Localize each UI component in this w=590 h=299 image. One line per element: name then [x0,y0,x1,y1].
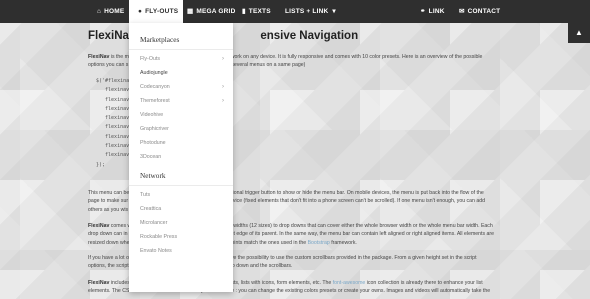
nav-contact[interactable]: ✉ CONTACT [459,0,500,23]
scroll-top-button[interactable]: ▲ [568,23,590,43]
top-navbar: ⌂ HOME ● FLY-OUTS ▦ MEGA GRID ▮ TEXTS LISTS … [0,0,590,23]
grid-icon: ▦ [187,8,194,15]
chevron-down-icon: ▾ [332,8,336,15]
home-icon: ⌂ [97,8,102,15]
nav-link[interactable]: ⚭ LINK [420,0,445,23]
link-icon: ⚭ [420,8,426,15]
dropdown-heading-network: Network [140,171,166,180]
nav-fly-outs[interactable]: ● FLY-OUTS [129,0,183,23]
dropdown-item-creattica[interactable]: Creattica [140,205,224,213]
chevron-right-icon: › [222,84,224,90]
dropdown-item-photodune[interactable]: Photodune [140,139,224,147]
nav-mega-grid[interactable]: ▦ MEGA GRID [187,0,235,23]
text-icon: ▮ [242,8,246,15]
mail-icon: ✉ [459,8,465,15]
nav-texts[interactable]: ▮ TEXTS [242,0,271,23]
dropdown-divider [129,49,233,50]
dropdown-item-tuts[interactable]: Tuts [140,191,224,199]
dropdown-item-codecanyon[interactable]: Codecanyon › [140,83,224,91]
dropdown-item-3docean[interactable]: 3Docean [140,153,224,161]
bootstrap-link[interactable]: Bootstrap [308,240,330,246]
dropdown-heading-marketplaces: Marketplaces [140,35,180,44]
dropdown-divider [129,185,233,186]
fly-outs-dropdown: Marketplaces Fly-Outs › Audiojungle Code… [129,23,233,292]
code-block: $('#flexinav flexinav flexinav flexinav … [96,78,133,168]
circle-icon: ● [138,8,143,15]
chevron-right-icon: › [222,98,224,104]
dropdown-item-envato-notes[interactable]: Envato Notes [140,247,224,255]
chevron-right-icon: › [222,56,224,62]
dropdown-item-fly-outs[interactable]: Fly-Outs › [140,55,224,63]
dropdown-item-audiojungle[interactable]: Audiojungle [140,69,224,77]
dropdown-item-graphicriver[interactable]: Graphicriver [140,125,224,133]
dropdown-item-videohive[interactable]: Videohive [140,111,224,119]
dropdown-item-themeforest[interactable]: Themeforest › [140,97,224,105]
font-awesome-link[interactable]: font-awesome [333,280,366,286]
nav-lists-link[interactable]: LISTS + LINK ▾ [285,0,339,23]
nav-home[interactable]: ⌂ HOME [97,0,124,23]
arrow-up-icon: ▲ [575,28,583,37]
dropdown-item-microlancer[interactable]: Microlancer [140,219,224,227]
dropdown-item-rockable-press[interactable]: Rockable Press [140,233,224,241]
